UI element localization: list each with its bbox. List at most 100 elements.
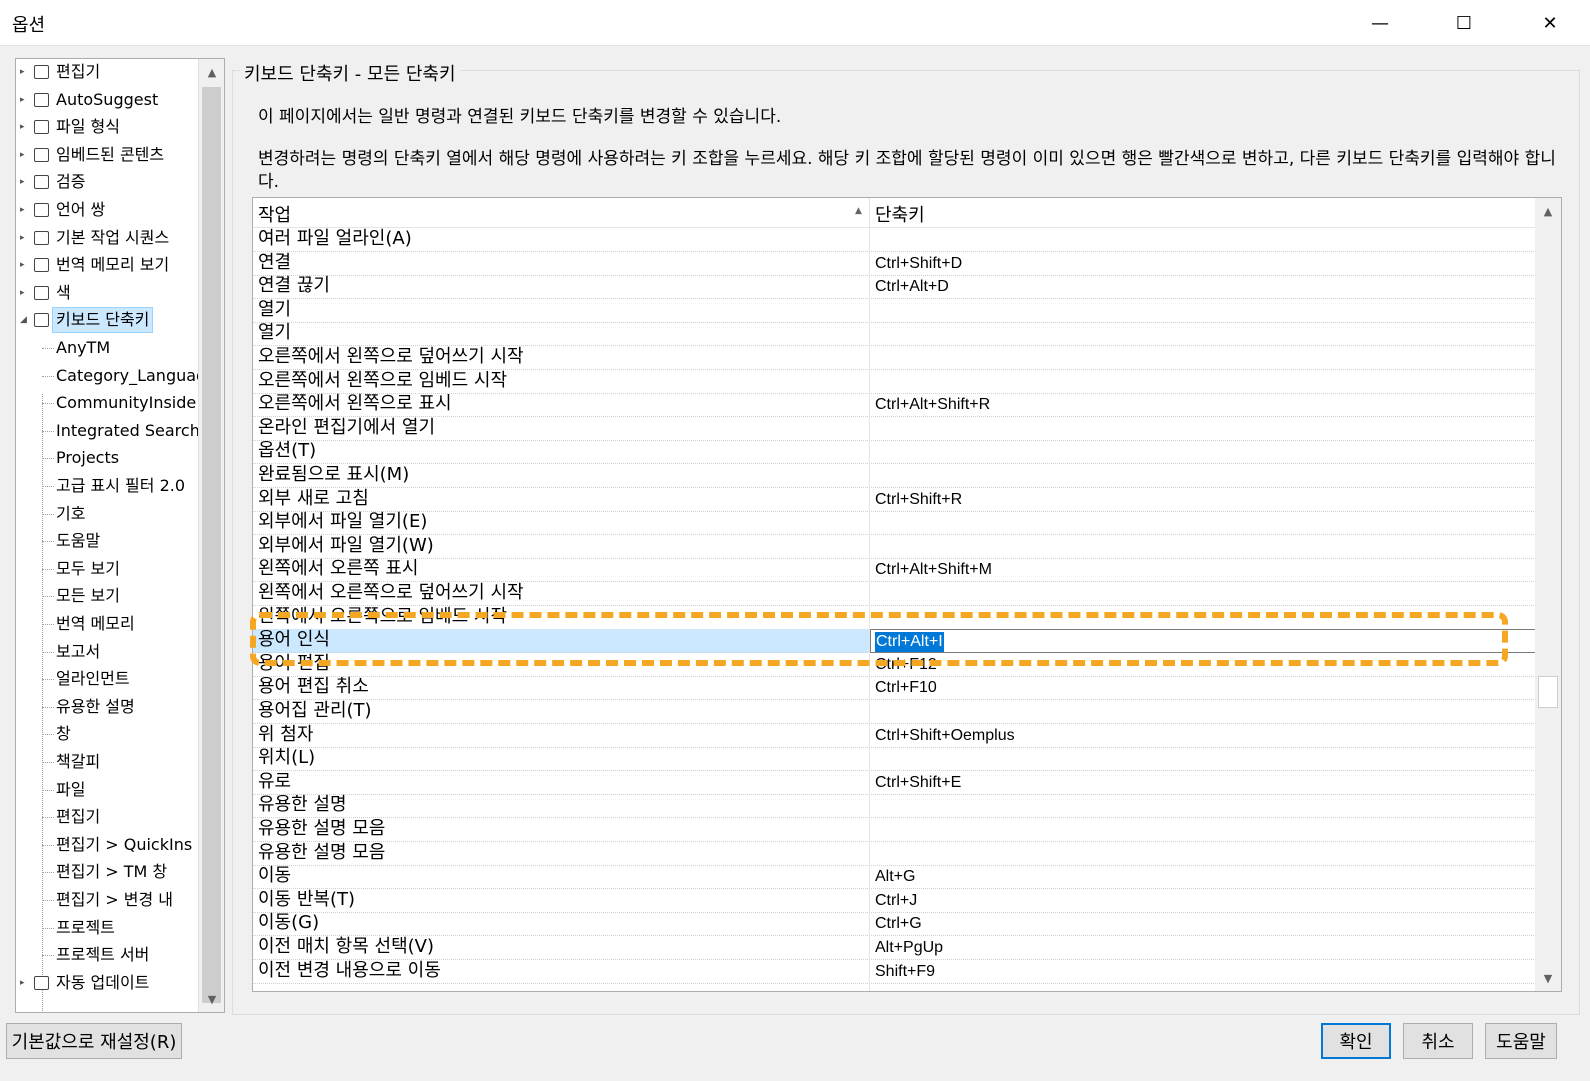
maximize-button[interactable]: ☐: [1424, 0, 1504, 46]
shortcut-row[interactable]: 왼쪽에서 오른쪽으로 덮어쓰기 시작: [253, 582, 1536, 606]
row-shortcut[interactable]: Ctrl+Shift+Oemplus: [875, 726, 1015, 746]
tree-scroll-up-button[interactable]: ▲: [199, 59, 224, 85]
tree-scroll-down-button[interactable]: ▼: [199, 986, 224, 1012]
tree-item[interactable]: ◢ 키보드 단축키: [16, 307, 198, 334]
tree-item[interactable]: ▸ 파일 형식: [16, 114, 198, 140]
shortcut-row[interactable]: 유용한 설명: [253, 794, 1536, 819]
shortcut-row[interactable]: 유용한 설명 모음: [253, 842, 1536, 866]
tree-item[interactable]: ▸ 언어 쌍: [16, 197, 198, 223]
shortcut-row[interactable]: 열기: [253, 299, 1536, 323]
shortcut-row[interactable]: 용어 편집 취소 Ctrl+F10: [253, 676, 1536, 701]
tree-child-item[interactable]: 책갈피: [16, 749, 198, 775]
row-shortcut[interactable]: Shift+F9: [875, 962, 935, 982]
shortcut-row[interactable]: 이동 Alt+G: [253, 865, 1536, 890]
row-shortcut[interactable]: Alt+G: [875, 867, 915, 887]
options-tree[interactable]: ▸ 편집기 ▸ AutoSuggest ▸ 파일 형식 ▸ 임베드된 콘텐츠 ▸ 검증 ▸ 언어 쌍 ▸…: [15, 58, 225, 1013]
tree-child-item[interactable]: 얼라인먼트: [16, 666, 198, 692]
shortcut-row[interactable]: 위치(L): [253, 747, 1536, 772]
expand-arrow-icon[interactable]: ▸: [20, 169, 30, 195]
tree-child-item[interactable]: 기호: [16, 501, 198, 527]
help-button[interactable]: 도움말: [1485, 1023, 1557, 1059]
shortcut-row[interactable]: 이동(G) Ctrl+G: [253, 912, 1536, 937]
tree-child-item[interactable]: CommunityInside: [16, 390, 198, 416]
tree-child-item[interactable]: 창: [16, 721, 198, 747]
shortcut-edit-field[interactable]: Ctrl+Alt+I: [870, 629, 1536, 654]
shortcut-row[interactable]: 이동 반복(T) Ctrl+J: [253, 889, 1536, 913]
tree-child-item[interactable]: Category_Languag: [16, 363, 198, 389]
tree-child-item[interactable]: 모두 보기: [16, 556, 198, 582]
shortcut-row[interactable]: 용어 편집 Ctrl+F12: [253, 653, 1536, 677]
shortcut-row[interactable]: 이전 변경 내용으로 이동 Shift+F9: [253, 960, 1536, 984]
expand-arrow-icon[interactable]: ▸: [20, 252, 30, 278]
shortcut-row[interactable]: 왼쪽에서 오른쪽 표시 Ctrl+Alt+Shift+M: [253, 558, 1536, 583]
tree-scroll-thumb[interactable]: [202, 87, 221, 1003]
expand-arrow-icon[interactable]: ▸: [20, 87, 30, 113]
expand-arrow-icon[interactable]: ▸: [20, 142, 30, 168]
expand-arrow-icon[interactable]: ◢: [20, 307, 30, 333]
row-shortcut[interactable]: Ctrl+Shift+R: [875, 490, 962, 510]
shortcut-row[interactable]: 완료됨으로 표시(M): [253, 464, 1536, 488]
tree-child-item[interactable]: 유용한 설명: [16, 694, 198, 720]
row-shortcut[interactable]: Ctrl+Alt+Shift+M: [875, 560, 992, 580]
grid-scroll-down-button[interactable]: ▼: [1535, 965, 1561, 991]
tree-child-item[interactable]: 프로젝트: [16, 915, 198, 941]
shortcut-row[interactable]: 연결 끊기 Ctrl+Alt+D: [253, 275, 1536, 300]
expand-arrow-icon[interactable]: ▸: [20, 225, 30, 251]
tree-item[interactable]: ▸ AutoSuggest: [16, 87, 198, 113]
tree-item[interactable]: ▸ 기본 작업 시퀀스: [16, 225, 198, 251]
tree-child-item[interactable]: 편집기 > 변경 내: [16, 887, 198, 913]
shortcut-row[interactable]: 여러 파일 얼라인(A): [253, 228, 1536, 252]
column-header-shortcut[interactable]: 단축키: [875, 201, 925, 227]
tree-scrollbar[interactable]: ▲ ▼: [198, 59, 224, 1012]
shortcut-row[interactable]: 용어 인식 Ctrl+Alt+I: [253, 629, 1536, 654]
row-shortcut[interactable]: Ctrl+Shift+E: [875, 773, 961, 793]
shortcut-row[interactable]: 온라인 편집기에서 열기: [253, 417, 1536, 441]
expand-arrow-icon[interactable]: ▸: [20, 197, 30, 223]
tree-child-item[interactable]: AnyTM: [16, 335, 198, 361]
shortcut-row[interactable]: 열기: [253, 322, 1536, 347]
row-shortcut[interactable]: Alt+PgUp: [875, 938, 943, 958]
shortcut-row[interactable]: 외부 새로 고침 Ctrl+Shift+R: [253, 488, 1536, 512]
shortcut-row[interactable]: 이전 매치 항목 선택(V) Alt+PgUp: [253, 936, 1536, 960]
tree-item[interactable]: ▸ 임베드된 콘텐츠: [16, 142, 198, 168]
close-button[interactable]: ✕: [1510, 0, 1590, 46]
shortcuts-grid[interactable]: 작업 ▲ 단축키 여러 파일 얼라인(A) 연결 Ctrl+Shift+D 연결 끊기…: [252, 197, 1562, 992]
row-shortcut[interactable]: Ctrl+F12: [875, 655, 937, 675]
shortcut-row[interactable]: 오른쪽에서 왼쪽으로 임베드 시작: [253, 370, 1536, 394]
shortcut-row[interactable]: 오른쪽에서 왼쪽으로 표시 Ctrl+Alt+Shift+R: [253, 393, 1536, 418]
shortcut-row[interactable]: 위 첨자 Ctrl+Shift+Oemplus: [253, 724, 1536, 748]
column-header-action[interactable]: 작업: [258, 201, 291, 227]
tree-child-item[interactable]: Integrated Search: [16, 418, 198, 444]
column-divider[interactable]: [869, 198, 870, 228]
row-shortcut[interactable]: Ctrl+Alt+Shift+R: [875, 395, 990, 415]
tree-child-item[interactable]: 파일: [16, 777, 198, 803]
reset-defaults-button[interactable]: 기본값으로 재설정(R): [6, 1023, 182, 1059]
tree-item[interactable]: ▸ 번역 메모리 보기: [16, 252, 198, 278]
shortcut-row[interactable]: 왼쪽에서 오른쪽으로 임베드 시작: [253, 606, 1536, 630]
shortcut-row[interactable]: 유용한 설명 모음: [253, 818, 1536, 842]
tree-child-item[interactable]: 모든 보기: [16, 583, 198, 609]
ok-button[interactable]: 확인: [1321, 1023, 1391, 1059]
expand-arrow-icon[interactable]: ▸: [20, 59, 30, 85]
shortcut-row[interactable]: 오른쪽에서 왼쪽으로 덮어쓰기 시작: [253, 346, 1536, 370]
grid-scroll-up-button[interactable]: ▲: [1535, 198, 1561, 224]
expand-arrow-icon[interactable]: ▸: [20, 970, 30, 996]
expand-arrow-icon[interactable]: ▸: [20, 114, 30, 140]
minimize-button[interactable]: —: [1340, 0, 1420, 46]
row-shortcut[interactable]: Ctrl+J: [875, 891, 917, 911]
tree-child-item[interactable]: 고급 표시 필터 2.0: [16, 473, 198, 499]
shortcut-row[interactable]: 외부에서 파일 열기(W): [253, 535, 1536, 559]
tree-child-item[interactable]: 프로젝트 서버: [16, 942, 198, 968]
tree-child-item[interactable]: 번역 메모리: [16, 611, 198, 637]
shortcut-row[interactable]: 유로 Ctrl+Shift+E: [253, 771, 1536, 795]
tree-child-item[interactable]: 도움말: [16, 528, 198, 554]
cancel-button[interactable]: 취소: [1403, 1023, 1473, 1059]
shortcut-row[interactable]: 외부에서 파일 열기(E): [253, 511, 1536, 536]
grid-scrollbar[interactable]: ▲ ▼: [1535, 198, 1561, 991]
tree-item[interactable]: ▸ 검증: [16, 169, 198, 195]
row-shortcut[interactable]: Ctrl+Shift+D: [875, 254, 962, 274]
shortcut-row[interactable]: 연결 Ctrl+Shift+D: [253, 252, 1536, 276]
tree-item[interactable]: ▸ 자동 업데이트: [16, 970, 198, 996]
tree-child-item[interactable]: 보고서: [16, 639, 198, 665]
tree-item[interactable]: ▸ 색: [16, 280, 198, 306]
